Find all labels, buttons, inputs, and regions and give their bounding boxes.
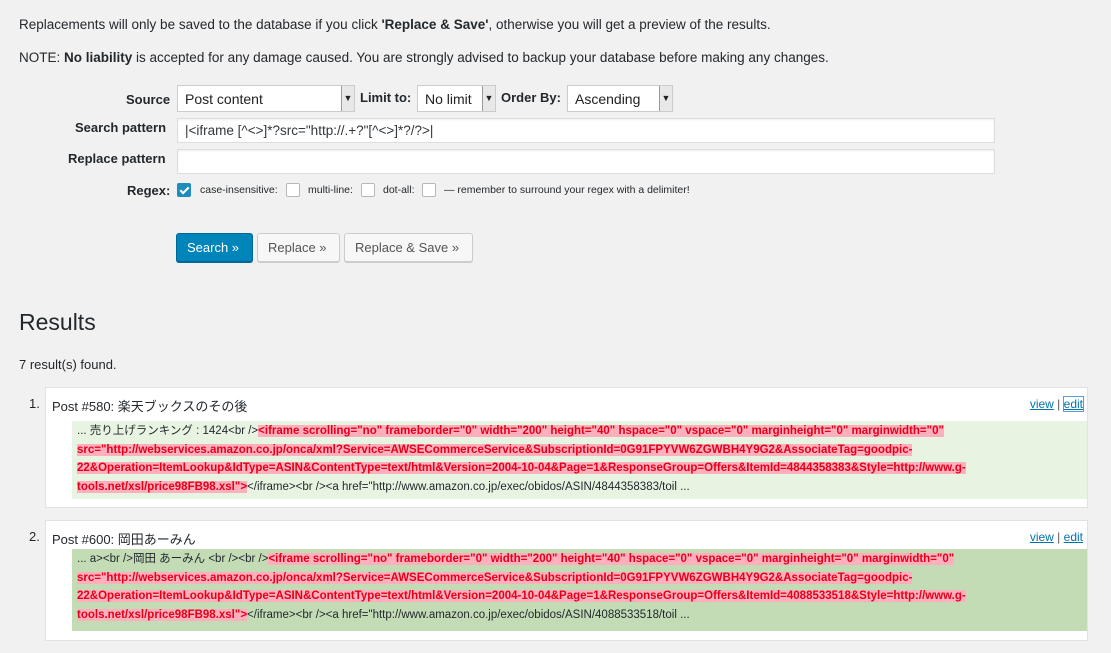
separator: | <box>1057 530 1061 544</box>
search-button[interactable]: Search » <box>176 233 253 262</box>
case-insensitive-checkbox[interactable] <box>286 183 300 197</box>
multi-line-label: multi-line: <box>308 184 353 196</box>
edit-link[interactable]: edit <box>1064 530 1083 544</box>
result-title: Post #580: 楽天ブックスのその後 <box>52 399 248 414</box>
multi-line-checkbox[interactable] <box>361 183 375 197</box>
snippet-before: ... a><br />岡田 あーみん <br /><br /> <box>77 553 269 565</box>
view-link[interactable]: view <box>1030 530 1054 544</box>
result-title: Post #600: 岡田あーみん <box>52 532 196 547</box>
view-link[interactable]: view <box>1030 397 1054 411</box>
source-select-value: Post content <box>185 91 263 107</box>
dot-all-checkbox[interactable] <box>422 183 436 197</box>
result-number: 2. <box>29 529 40 544</box>
replace-pattern-input[interactable] <box>177 149 995 174</box>
notice-text: NOTE: <box>19 50 65 65</box>
replace-save-notice: Replacements will only be saved to the d… <box>19 17 771 32</box>
chevron-down-icon: ▼ <box>341 86 354 111</box>
result-item: 1. Post #580: 楽天ブックスのその後 view | edit ...… <box>29 387 1088 508</box>
notice-text: is accepted for any damage caused. You a… <box>132 50 829 65</box>
snippet-after: </iframe><br /><a href="http://www.amazo… <box>247 480 690 493</box>
result-actions: view | edit <box>1030 397 1083 411</box>
replace-button[interactable]: Replace » <box>257 233 340 262</box>
limit-label: Limit to: <box>360 90 412 105</box>
notice-bold: No liability <box>64 50 133 65</box>
order-label: Order By: <box>501 90 561 105</box>
result-snippet: ... 売り上げランキング : 1424<br /><iframe scroll… <box>72 421 1087 499</box>
case-insensitive-label: case-insensitive: <box>200 184 278 196</box>
result-actions: view | edit <box>1030 530 1083 544</box>
regex-label: Regex: <box>127 183 171 198</box>
regex-checkbox[interactable] <box>177 183 191 197</box>
replace-pattern-label: Replace pattern <box>68 151 166 166</box>
order-select[interactable]: Ascending ▼ <box>567 85 673 112</box>
results-count: 7 result(s) found. <box>19 357 117 372</box>
search-pattern-label: Search pattern <box>75 120 167 135</box>
replace-save-button[interactable]: Replace & Save » <box>344 233 473 262</box>
notice-text: , otherwise you will get a preview of th… <box>488 17 771 32</box>
result-number: 1. <box>29 396 40 411</box>
search-pattern-input[interactable]: |<iframe [^<>]*?src="http://.+?"[^<>]*?/… <box>177 118 995 143</box>
result-snippet: ... a><br />岡田 あーみん <br /><br /><iframe … <box>72 549 1087 631</box>
separator: | <box>1057 397 1061 411</box>
source-label: Source <box>126 92 171 107</box>
notice-bold: 'Replace & Save' <box>381 17 489 32</box>
search-pattern-value: |<iframe [^<>]*?src="http://.+?"[^<>]*?/… <box>185 123 434 138</box>
delimiter-note: — remember to surround your regex with a… <box>444 184 690 196</box>
chevron-down-icon: ▼ <box>659 86 672 111</box>
snippet-after: </iframe><br /><a href="http://www.amazo… <box>247 608 690 621</box>
liability-notice: NOTE: No liability is accepted for any d… <box>19 50 829 65</box>
notice-text: Replacements will only be saved to the d… <box>19 17 382 32</box>
results-heading: Results <box>19 309 96 335</box>
limit-select-value: No limit <box>425 91 472 107</box>
snippet-before: ... 売り上げランキング : 1424<br /> <box>77 425 259 437</box>
dot-all-label: dot-all: <box>383 184 415 196</box>
source-select[interactable]: Post content ▼ <box>177 85 355 112</box>
edit-link[interactable]: edit <box>1064 397 1083 411</box>
order-select-value: Ascending <box>575 91 641 107</box>
chevron-down-icon: ▼ <box>482 86 495 111</box>
limit-select[interactable]: No limit ▼ <box>417 85 496 112</box>
result-item: 2. Post #600: 岡田あーみん view | edit ... a><… <box>29 520 1088 641</box>
